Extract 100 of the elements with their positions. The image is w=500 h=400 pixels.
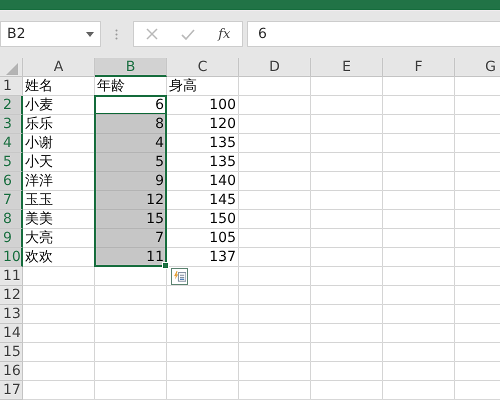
formula-field[interactable]: 6 [247,21,500,47]
table-cell[interactable]: 12 [95,191,167,210]
table-cell[interactable] [311,381,383,400]
table-cell[interactable] [23,343,95,362]
table-cell[interactable]: 145 [167,191,239,210]
select-all-button[interactable] [0,58,23,77]
table-cell[interactable]: 8 [95,115,167,134]
table-cell[interactable]: 年龄 [95,77,167,96]
table-cell[interactable]: 欢欢 [23,248,95,267]
row-header[interactable]: 16 [0,362,23,381]
table-cell[interactable] [311,191,383,210]
table-cell[interactable] [167,305,239,324]
table-cell[interactable] [311,153,383,172]
table-cell[interactable] [311,172,383,191]
table-cell[interactable]: 135 [167,134,239,153]
table-cell[interactable]: 140 [167,172,239,191]
table-cell[interactable]: 小天 [23,153,95,172]
table-cell[interactable] [383,267,455,286]
table-cell[interactable] [239,286,311,305]
table-cell[interactable] [239,343,311,362]
table-cell[interactable]: 135 [167,153,239,172]
table-cell[interactable]: 洋洋 [23,172,95,191]
column-header[interactable]: C [167,58,239,77]
quick-analysis-button[interactable] [171,268,188,284]
row-header[interactable]: 7 [0,191,23,210]
table-cell[interactable] [383,362,455,381]
table-cell[interactable]: 玉玉 [23,191,95,210]
row-header[interactable]: 9 [0,229,23,248]
table-cell[interactable]: 120 [167,115,239,134]
table-cell[interactable] [383,324,455,343]
table-cell[interactable]: 小谢 [23,134,95,153]
table-cell[interactable] [23,305,95,324]
insert-function-button[interactable]: fx [218,26,230,42]
table-cell[interactable] [383,172,455,191]
table-cell[interactable]: 7 [95,229,167,248]
row-header[interactable]: 1 [0,77,23,96]
table-cell[interactable] [311,267,383,286]
row-header[interactable]: 3 [0,115,23,134]
table-cell[interactable] [167,267,239,286]
table-cell[interactable] [311,248,383,267]
table-cell[interactable] [311,210,383,229]
table-cell[interactable]: 150 [167,210,239,229]
table-cell[interactable] [95,324,167,343]
table-cell[interactable] [239,153,311,172]
table-cell[interactable] [23,362,95,381]
table-cell[interactable] [167,343,239,362]
row-header[interactable]: 11 [0,267,23,286]
dropdown-caret-icon[interactable] [86,32,94,36]
table-cell[interactable]: 乐乐 [23,115,95,134]
row-header[interactable]: 5 [0,153,23,172]
table-cell[interactable] [167,324,239,343]
table-cell[interactable]: 105 [167,229,239,248]
table-cell[interactable] [311,362,383,381]
row-header[interactable]: 6 [0,172,23,191]
table-cell[interactable] [311,229,383,248]
table-cell[interactable] [383,286,455,305]
table-cell[interactable] [239,77,311,96]
table-cell[interactable]: 小麦 [23,96,95,115]
row-header[interactable]: 13 [0,305,23,324]
table-cell[interactable] [239,381,311,400]
table-cell[interactable] [383,96,455,115]
table-cell[interactable] [23,286,95,305]
table-cell[interactable] [383,153,455,172]
table-cell[interactable] [239,229,311,248]
row-header[interactable]: 12 [0,286,23,305]
table-cell[interactable]: 大亮 [23,229,95,248]
table-cell[interactable] [383,191,455,210]
table-cell[interactable] [383,229,455,248]
table-cell[interactable] [239,324,311,343]
table-cell[interactable] [239,115,311,134]
table-cell[interactable] [239,305,311,324]
table-cell[interactable] [23,381,95,400]
table-cell[interactable] [239,362,311,381]
table-cell[interactable]: 5 [95,153,167,172]
table-cell[interactable] [311,96,383,115]
table-cell[interactable] [383,210,455,229]
row-header[interactable]: 8 [0,210,23,229]
table-cell[interactable] [311,134,383,153]
table-cell[interactable]: 100 [167,96,239,115]
table-cell[interactable] [239,248,311,267]
corner-triangle-icon[interactable] [6,63,18,75]
table-cell[interactable] [95,286,167,305]
check-icon[interactable] [180,28,195,40]
table-cell[interactable] [95,362,167,381]
table-cell[interactable] [311,115,383,134]
table-cell[interactable] [95,381,167,400]
table-cell[interactable] [383,343,455,362]
table-cell[interactable]: 15 [95,210,167,229]
table-cell[interactable]: 6 [95,96,167,115]
table-cell[interactable]: 身高 [167,77,239,96]
table-cell[interactable]: 美美 [23,210,95,229]
table-cell[interactable] [95,343,167,362]
table-cell[interactable] [383,134,455,153]
row-header[interactable]: 14 [0,324,23,343]
column-header[interactable]: B [95,58,167,77]
name-box[interactable]: B2 [0,21,101,47]
table-cell[interactable] [383,248,455,267]
table-cell[interactable] [311,343,383,362]
fill-handle[interactable] [162,262,169,269]
table-cell[interactable] [167,286,239,305]
